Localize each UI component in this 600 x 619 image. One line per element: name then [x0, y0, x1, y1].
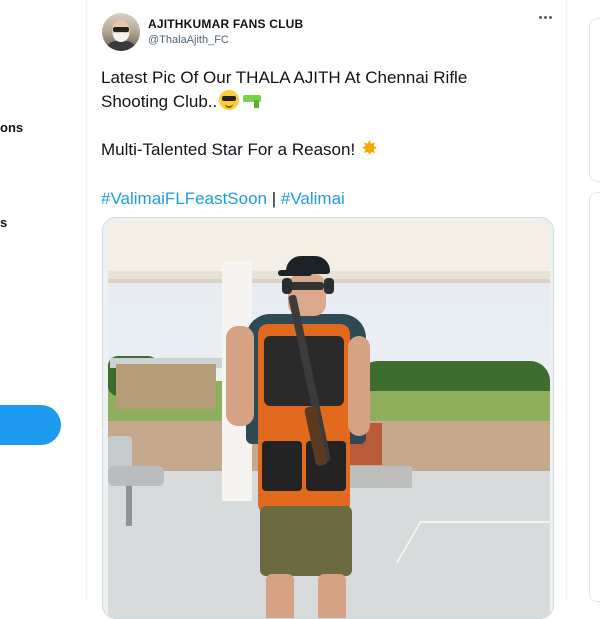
author-handle[interactable]: @ThalaAjith_FC — [148, 34, 229, 46]
left-sidebar: ons s — [0, 0, 86, 600]
right-sidebar-card — [589, 18, 600, 182]
sidebar-item-label[interactable]: ons — [0, 120, 23, 135]
tweet-text-line: Multi-Talented Star For a Reason! ✸ — [101, 137, 378, 162]
star-icon: ✸ — [361, 138, 378, 160]
author-name[interactable]: AJITHKUMAR FANS CLUB — [148, 17, 303, 31]
water-pistol-icon — [241, 90, 263, 110]
tweet[interactable]: AJITHKUMAR FANS CLUB @ThalaAjith_FC Late… — [87, 0, 566, 619]
tweet-text-fragment: Shooting Club.. — [101, 92, 218, 111]
hashtag-separator: | — [271, 189, 277, 208]
tweet-media-photo[interactable] — [102, 217, 554, 619]
right-sidebar-card — [589, 192, 600, 602]
sidebar-item-label[interactable]: s — [0, 215, 7, 230]
hashtag-link[interactable]: #Valimai — [281, 189, 345, 208]
avatar[interactable] — [102, 13, 140, 51]
tweet-text-line: Shooting Club.. — [101, 90, 263, 114]
sunglasses-face-icon — [219, 90, 240, 110]
photo — [108, 221, 550, 618]
tweet-text-line: Latest Pic Of Our THALA AJITH At Chennai… — [101, 68, 468, 87]
hashtag-row: #ValimaiFLFeastSoon | #Valimai — [101, 187, 345, 211]
hashtag-link[interactable]: #ValimaiFLFeastSoon — [101, 189, 267, 208]
tweet-text-fragment: Multi-Talented Star For a Reason! — [101, 140, 356, 159]
right-sidebar — [570, 0, 600, 602]
more-horizontal-icon[interactable] — [539, 14, 553, 20]
divider — [566, 0, 567, 600]
tweet-button[interactable] — [0, 405, 61, 445]
